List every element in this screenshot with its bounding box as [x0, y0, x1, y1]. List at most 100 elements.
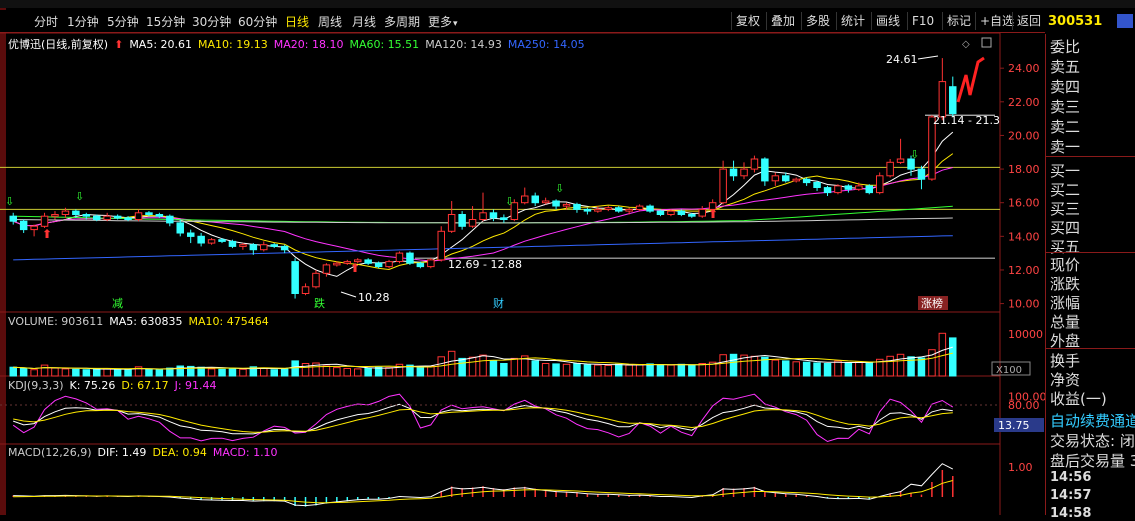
low-range-annotation: 12.69 - 12.88 [448, 258, 522, 271]
candle-body [552, 200, 560, 207]
price-tick-label: 22.00 [1008, 96, 1040, 109]
volume-bar [479, 354, 487, 377]
candle-body [876, 175, 884, 194]
kline-chart-area[interactable]: 24.00 22.00 20.00 18.00 16.00 14.00 12.00 10.00… [0, 0, 1045, 515]
volume-bar [343, 368, 351, 377]
candle-body [677, 210, 686, 216]
volume-bar [291, 360, 299, 377]
volume-bar [886, 355, 894, 377]
candle-body [427, 259, 435, 268]
volume-bar [562, 363, 571, 377]
volume-bar [458, 357, 466, 377]
annotation-pointer [917, 55, 939, 60]
sell-arrow-icon: ⇩ [910, 148, 919, 161]
price-legend: 优博迅(日线,前复权) ⬆ MA5: 20.61 MA10: 19.13 MA20: 1… [8, 36, 591, 52]
volume-bar [354, 368, 362, 377]
sell-row-5: 卖一 [1050, 138, 1081, 156]
candle-body [416, 262, 425, 268]
candle-body [750, 158, 759, 170]
volume-bar [270, 369, 278, 377]
candle-body [364, 259, 372, 264]
volume-bar [322, 365, 331, 377]
volume-bar [667, 364, 675, 377]
volume-tick-label: 10000 [1008, 328, 1043, 341]
candle-body [698, 208, 706, 217]
candle-body [301, 286, 310, 294]
up-arrow-icon: ⬆ [114, 38, 124, 51]
price-tick-label: 24.00 [1008, 62, 1040, 75]
sell-row-1: 卖五 [1050, 58, 1081, 76]
current-range-annotation: 21.14 - 21.3 [933, 114, 1000, 127]
volume-bar [145, 368, 153, 377]
trade-status: 交易状态: 闭 [1050, 432, 1135, 450]
volume-bar [239, 368, 247, 377]
candle-body [51, 214, 59, 217]
volume-bar [729, 353, 738, 377]
candle-body [322, 264, 331, 274]
volume-bar [646, 363, 654, 377]
candle-body [145, 212, 153, 216]
candle-body [834, 185, 842, 194]
volume-bar [823, 363, 832, 377]
candle-body [103, 215, 111, 221]
marker-label: 财 [493, 296, 504, 310]
auto-renew-notice: 自动续费通道 [1050, 412, 1135, 430]
volume-bar [917, 357, 926, 377]
kdj-value: 13.75 [998, 419, 1030, 432]
candle-body [782, 175, 790, 182]
candle-body [468, 219, 477, 227]
legend-item-3: MACD: 1.10 [212, 446, 278, 459]
panel-separator [1046, 348, 1135, 349]
ma250-line [13, 235, 953, 261]
panel-toggle-icon[interactable] [1117, 14, 1133, 28]
candle-body [844, 185, 853, 190]
candle-body [802, 178, 811, 184]
volume-bar [40, 364, 49, 377]
volume-bar [364, 367, 372, 377]
candle-body [385, 261, 393, 268]
volume-bar [333, 367, 341, 377]
candle-body [938, 81, 947, 118]
legend-item-1: DIF: 1.49 [97, 446, 147, 459]
volume-bar [207, 368, 216, 377]
volume-unit: X100 [996, 365, 1022, 376]
price-tick-label: 20.00 [1008, 129, 1040, 142]
volume-bar [124, 369, 132, 377]
candle-body [30, 225, 38, 231]
candle-body [437, 230, 445, 261]
candle-body [197, 235, 205, 244]
candle-body [688, 214, 696, 217]
candle-body [594, 208, 602, 212]
panel-expand-icon [981, 37, 992, 48]
buy-arrow-icon: ⬆ [42, 227, 52, 241]
volume-bar [510, 357, 519, 377]
candle-body [176, 222, 184, 234]
candle-body [134, 212, 143, 221]
volume-bar [113, 368, 122, 377]
candle-body [239, 244, 247, 247]
volume-bar [698, 363, 706, 377]
candle-body [823, 187, 832, 194]
legend-item-3: J: 91.44 [174, 379, 217, 392]
stat-row-0: 现价 [1050, 256, 1081, 274]
candle-body [9, 215, 17, 222]
candle-body [625, 208, 633, 212]
legend-item-1: MA10: 19.13 [198, 38, 268, 51]
candle-body [228, 240, 237, 247]
candle-body [855, 185, 863, 190]
volume-bar [531, 360, 539, 377]
candle-body [218, 239, 226, 242]
volume-bar [489, 360, 498, 377]
volume-bar [802, 361, 811, 377]
volume-bar [51, 367, 59, 377]
candle-body [917, 168, 926, 180]
buy-arrow-icon: ⬆ [708, 207, 718, 221]
volume-bar [949, 337, 957, 377]
buy-row-3: 买四 [1050, 219, 1081, 237]
candle-body [740, 168, 748, 177]
sell-row-3: 卖三 [1050, 98, 1081, 116]
sell-row-2: 卖四 [1050, 78, 1081, 96]
trend-zigzag-icon [956, 56, 985, 103]
sell-row-4: 卖二 [1050, 118, 1081, 136]
sell-arrow-icon: ⇩ [75, 190, 84, 203]
